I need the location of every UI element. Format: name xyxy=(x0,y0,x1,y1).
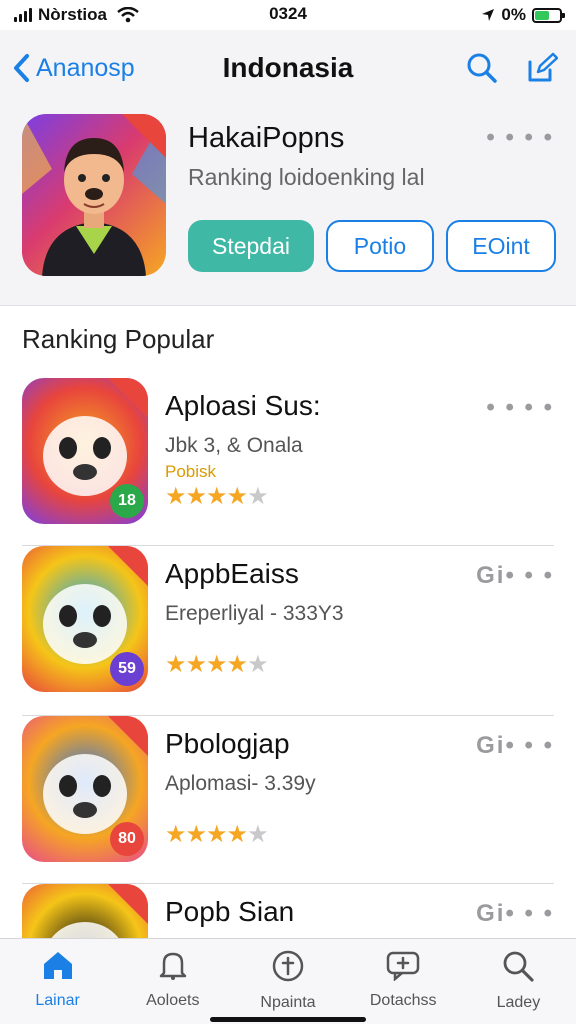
app-name: Aploasi Sus: xyxy=(165,390,321,421)
app-name: Pbologjap xyxy=(165,728,290,759)
star-rating: ★★★★★ xyxy=(165,820,269,849)
star-icon: ★ xyxy=(185,651,207,678)
location-arrow-icon xyxy=(482,9,495,21)
star-icon: ★ xyxy=(206,483,227,510)
star-icon: ★ xyxy=(247,651,268,678)
star-icon: ★ xyxy=(247,483,268,510)
star-icon: ★ xyxy=(165,821,186,848)
back-button[interactable]: Ananosp xyxy=(12,53,135,83)
app-subtitle-secondary: Pobisk xyxy=(165,462,217,481)
star-icon: ★ xyxy=(247,821,268,848)
app-subtitle: Ereperliyal - 333Y3 xyxy=(165,602,344,625)
section-title: Ranking Popular xyxy=(22,324,215,354)
signal-icon xyxy=(14,8,32,22)
home-indicator xyxy=(210,1017,366,1022)
featured-app-subtitle: Ranking loidoenking lal xyxy=(188,164,425,190)
featured-app-name: HakaiPopns xyxy=(188,122,345,154)
nav-bar: Ananosp Indonasia xyxy=(0,40,576,96)
more-options-button[interactable]: • • • • xyxy=(486,124,554,152)
tab-cross-circle[interactable]: Npainta xyxy=(230,939,345,1024)
app-badge: 80 xyxy=(110,822,144,856)
app-list: 18 Aploasi Sus: • • • • Jbk 3, & Onala Pobis… xyxy=(22,378,554,1024)
character-avatar-icon xyxy=(22,114,166,276)
more-options-button[interactable]: • • • • xyxy=(486,394,554,422)
star-icon: ★ xyxy=(206,821,227,848)
tab-label: Ladey xyxy=(496,994,541,1011)
cross-circle-icon xyxy=(271,949,305,988)
tab-label: Npainta xyxy=(260,994,316,1011)
featured-app: HakaiPopns • • • • Ranking loidoenking l… xyxy=(22,114,556,280)
app-icon[interactable]: 59 xyxy=(22,546,148,692)
tab-label: Lainar xyxy=(35,992,80,1009)
more-options-button[interactable]: Gi• • • xyxy=(476,562,554,590)
tab-message-plus[interactable]: Dotachss xyxy=(346,939,461,1024)
more-options-button[interactable]: Gi• • • xyxy=(476,732,554,760)
bell-icon xyxy=(156,949,190,986)
tab-label: Dotachss xyxy=(369,992,437,1009)
list-item[interactable]: 18 Aploasi Sus: • • • • Jbk 3, & Onala Pobis… xyxy=(22,378,554,546)
app-icon[interactable]: 80 xyxy=(22,716,148,862)
home-icon xyxy=(41,949,75,986)
status-bar: Nòrstioa 0324 0% xyxy=(0,0,576,30)
app-badge: 18 xyxy=(110,484,144,518)
message-plus-icon xyxy=(385,949,421,986)
more-options-button[interactable]: Gi• • • xyxy=(476,900,554,928)
chevron-left-icon xyxy=(14,54,29,82)
tab-home[interactable]: Lainar xyxy=(0,939,115,1024)
search-icon xyxy=(501,949,535,988)
tab-search[interactable]: Ladey xyxy=(461,939,576,1024)
carrier-name: Nòrstioa xyxy=(38,5,107,24)
back-label: Ananosp xyxy=(36,53,135,82)
star-icon: ★ xyxy=(165,483,186,510)
primary-action-button[interactable]: Stepdai xyxy=(188,220,314,272)
search-button[interactable] xyxy=(466,52,498,84)
app-subtitle: Aplomasi- 3.39y xyxy=(165,772,316,795)
star-icon: ★ xyxy=(226,651,248,678)
featured-app-icon[interactable] xyxy=(22,114,166,276)
secondary-action-button[interactable]: Potio xyxy=(326,220,434,272)
battery-percent: 0% xyxy=(501,5,526,24)
star-icon: ★ xyxy=(206,651,227,678)
star-rating: ★★★★★ xyxy=(165,650,269,679)
list-item[interactable]: 59 AppbEaiss Gi• • • Ereperliyal - 333Y3 ★★★… xyxy=(22,546,554,716)
star-icon: ★ xyxy=(185,483,207,510)
app-name: AppbEaiss xyxy=(165,558,299,589)
battery-icon xyxy=(532,7,565,23)
list-item[interactable]: 80 Pbologjap Gi• • • Aplomasi- 3.39y ★★★★★ xyxy=(22,716,554,884)
search-icon xyxy=(467,53,497,83)
star-icon: ★ xyxy=(185,821,207,848)
star-icon: ★ xyxy=(226,821,248,848)
app-name: Popb Sian xyxy=(165,896,295,927)
tab-bell[interactable]: Aoloets xyxy=(115,939,230,1024)
tab-label: Aoloets xyxy=(146,992,200,1009)
tab-bar: Lainar Aoloets Npainta Dotachss Ladey xyxy=(0,938,576,1024)
wifi-icon xyxy=(117,7,139,23)
compose-button[interactable] xyxy=(526,52,558,84)
star-icon: ★ xyxy=(165,651,186,678)
header-panel: Ananosp Indonasia HakaiPopns • • • • Ran… xyxy=(0,30,576,306)
star-rating: ★★★★★ xyxy=(165,482,269,511)
tertiary-action-button[interactable]: EOint xyxy=(446,220,556,272)
compose-icon xyxy=(528,52,558,82)
app-badge: 59 xyxy=(110,652,144,686)
star-icon: ★ xyxy=(226,483,248,510)
app-icon[interactable]: 18 xyxy=(22,378,148,524)
app-subtitle: Jbk 3, & Onala xyxy=(165,434,303,457)
